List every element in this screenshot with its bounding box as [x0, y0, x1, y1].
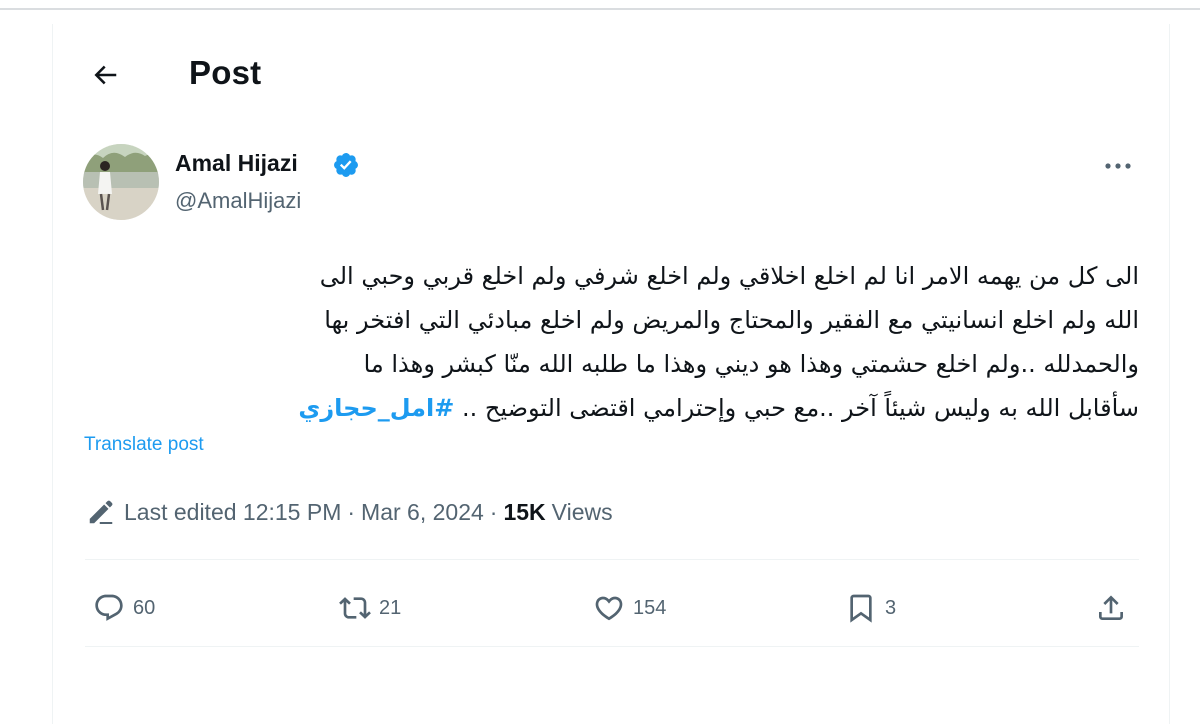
post-column: Post Amal Hijazi @AmalHijazi الى كل من ي…: [52, 24, 1170, 724]
more-button[interactable]: [1100, 152, 1136, 180]
views-count: 15K: [503, 498, 546, 525]
post-text-line: الله ولم اخلع انسانيتي مع الفقير والمحتا…: [324, 306, 1139, 334]
share-icon: [1099, 595, 1123, 620]
post-text-line: والحمدلله ..ولم اخلع حشمتي وهذا هو ديني …: [363, 350, 1139, 378]
divider: [85, 559, 1139, 560]
more-horizontal-icon: [1105, 163, 1131, 169]
repost-icon: [339, 597, 371, 619]
heart-icon: [595, 596, 623, 621]
author-handle[interactable]: @AmalHijazi: [175, 188, 301, 214]
post-meta: Last edited 12:15 PM · Mar 6, 2024 · 15K…: [86, 496, 613, 528]
reply-icon: [95, 594, 123, 621]
divider: [85, 646, 1139, 647]
repost-count: 21: [379, 596, 402, 619]
arrow-left-icon: [94, 65, 117, 85]
reply-button[interactable]: 60: [93, 586, 155, 630]
post-text-last: سأقابل الله به وليس شيئاً آخر ..مع حبي و…: [454, 394, 1139, 422]
post-text-line: سأقابل الله به وليس شيئاً آخر ..مع حبي و…: [123, 386, 1139, 430]
avatar[interactable]: [83, 144, 159, 220]
bookmark-button[interactable]: 3: [845, 586, 896, 630]
repost-button[interactable]: 21: [339, 586, 401, 630]
pencil-icon: [89, 500, 113, 524]
post-date[interactable]: Mar 6, 2024: [361, 499, 484, 526]
page-title: Post: [189, 54, 262, 91]
bookmark-count: 3: [885, 596, 897, 619]
edited-label[interactable]: Last edited 12:15 PM: [124, 499, 341, 526]
verified-badge-icon: [334, 153, 358, 177]
post-text-line: الى كل من يهمه الامر انا لم اخلع اخلاقي …: [319, 262, 1139, 290]
translate-post-link[interactable]: Translate post: [84, 434, 204, 456]
action-bar: 60 21 154 3: [85, 586, 1139, 630]
views-label: Views: [551, 498, 613, 525]
hashtag-link[interactable]: #امل_حجازي: [298, 394, 454, 422]
back-button[interactable]: [85, 55, 125, 95]
like-count: 154: [633, 596, 667, 619]
bookmark-icon: [850, 594, 872, 623]
author-name[interactable]: Amal Hijazi: [175, 150, 298, 177]
post-header: Post: [53, 24, 1169, 124]
share-button[interactable]: [1095, 586, 1127, 630]
top-divider: [0, 8, 1200, 10]
meta-separator: ·: [347, 498, 356, 525]
meta-separator: ·: [489, 498, 498, 525]
reply-count: 60: [133, 596, 156, 619]
post-text: الى كل من يهمه الامر انا لم اخلع اخلاقي …: [123, 254, 1139, 430]
like-button[interactable]: 154: [593, 586, 666, 630]
